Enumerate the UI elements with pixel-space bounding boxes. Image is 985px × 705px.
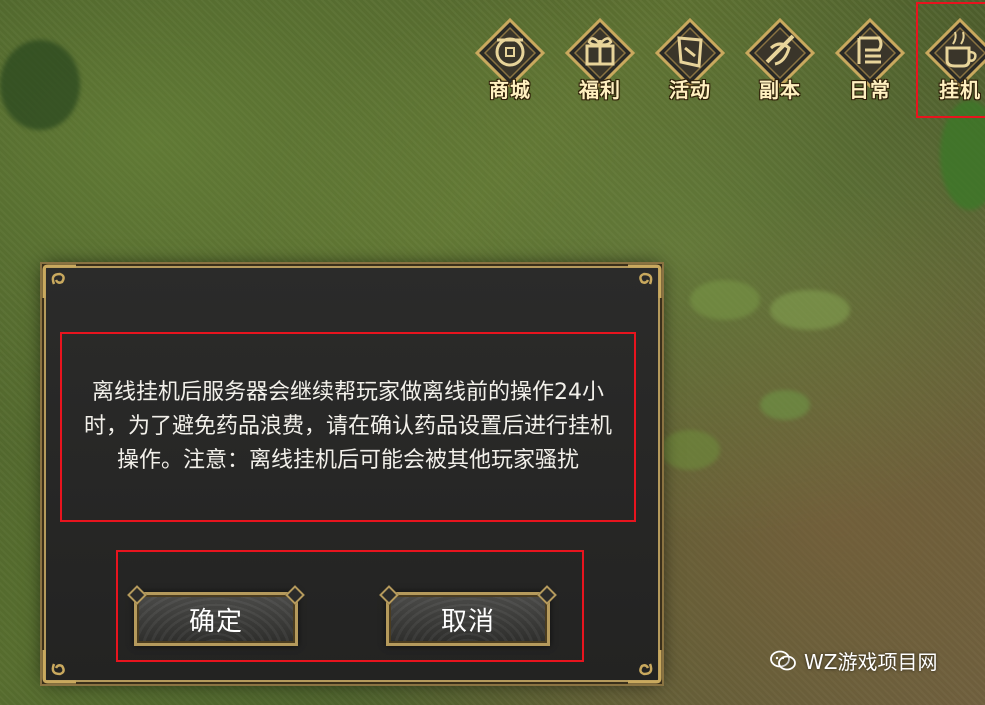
background-bush [0,40,80,130]
corner-ornament-icon [628,264,662,298]
background-bush [690,280,760,320]
menu-item-idle[interactable]: 挂机 [916,2,985,118]
menu-item-welfare[interactable]: 福利 [560,18,640,110]
corner-ornament-icon [42,650,76,684]
menu-label-dungeon: 副本 [759,78,801,102]
dialog-message: 离线挂机后服务器会继续帮玩家做离线前的操作24小时，为了避免药品浪费，请在确认药… [83,380,612,473]
menu-item-daily[interactable]: 日常 [830,18,910,110]
background-bush [660,430,720,470]
cancel-button[interactable]: 取消 [386,592,550,646]
background-bush [770,290,850,330]
background-bush [760,390,810,420]
menu-label-events: 活动 [669,78,711,102]
offline-idle-dialog: 离线挂机后服务器会继续帮玩家做离线前的操作24小时，为了避免药品浪费，请在确认药… [42,264,662,684]
menu-label-shop: 商城 [489,78,531,102]
menu-item-dungeon[interactable]: 副本 [740,18,820,110]
menu-label-idle: 挂机 [939,78,981,102]
watermark: WZ游戏项目网 [770,646,937,675]
top-menu: 商城 福利 活动 副本 日常 挂机 [470,2,985,118]
button-highlight-box: 确定 取消 [116,550,584,662]
corner-ornament-icon [628,650,662,684]
menu-label-welfare: 福利 [579,78,621,102]
menu-item-shop[interactable]: 商城 [470,18,550,110]
menu-label-daily: 日常 [849,78,891,102]
menu-item-events[interactable]: 活动 [650,18,730,110]
corner-ornament-icon [42,264,76,298]
watermark-text: WZ游戏项目网 [804,650,938,674]
teacup-icon [925,18,985,88]
message-highlight-box: 离线挂机后服务器会继续帮玩家做离线前的操作24小时，为了避免药品浪费，请在确认药… [60,332,636,522]
wechat-icon [770,650,796,670]
confirm-button[interactable]: 确定 [134,592,298,646]
